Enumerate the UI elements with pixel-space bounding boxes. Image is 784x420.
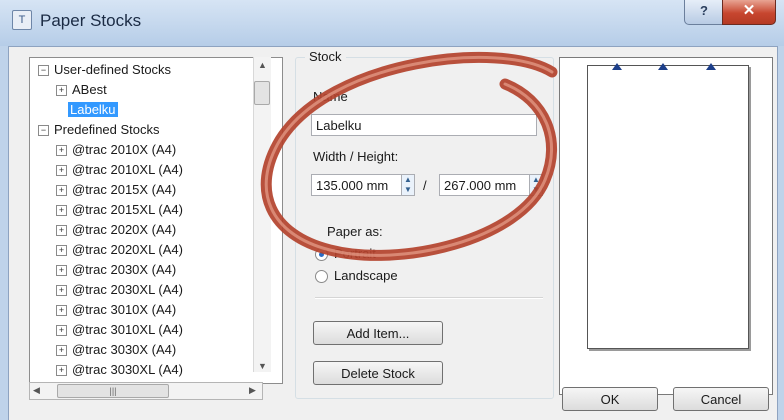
tree-node-label: User-defined Stocks bbox=[54, 62, 172, 77]
close-button[interactable]: ✕ bbox=[722, 0, 776, 25]
tree-node-label: Predefined Stocks bbox=[54, 122, 160, 137]
tree-vertical-thumb[interactable] bbox=[254, 81, 270, 105]
app-icon: T bbox=[12, 10, 32, 30]
tree-node-predef[interactable]: + @trac 2030X (A4) bbox=[56, 260, 176, 280]
tree-node-predef[interactable]: + @trac 3010X (A4) bbox=[56, 300, 176, 320]
tree-node-label: @trac 2010XL (A4) bbox=[72, 162, 183, 177]
tree-node-label: @trac 2030X (A4) bbox=[72, 262, 177, 277]
scroll-right-icon[interactable]: ▶ bbox=[249, 385, 256, 396]
height-spinner[interactable]: ▲ ▼ bbox=[529, 174, 543, 196]
tree-horizontal-thumb[interactable]: ||| bbox=[57, 384, 169, 398]
width-spinner[interactable]: ▲ ▼ bbox=[401, 174, 415, 196]
tree-node-label-selected: Labelku bbox=[68, 102, 118, 117]
tree-node-predef[interactable]: + @trac 3030XL (A4) bbox=[56, 360, 183, 380]
tree-node-label: @trac 2010X (A4) bbox=[72, 142, 177, 157]
tree-node-predef[interactable]: + @trac 2030XL (A4) bbox=[56, 280, 183, 300]
separator-line bbox=[315, 297, 543, 299]
landscape-radio[interactable]: Landscape bbox=[315, 268, 398, 284]
expand-icon[interactable]: + bbox=[56, 325, 67, 337]
paper-stocks-window: T Paper Stocks ? ✕ − User-defined Stocks … bbox=[0, 0, 784, 420]
expand-icon[interactable]: + bbox=[56, 265, 67, 277]
portrait-label: Portrait bbox=[334, 246, 376, 261]
expand-icon[interactable]: + bbox=[56, 345, 67, 357]
collapse-icon[interactable]: − bbox=[38, 125, 49, 137]
orientation-label: Paper as: bbox=[327, 224, 383, 239]
size-separator: / bbox=[423, 178, 427, 193]
portrait-radio[interactable]: Portrait bbox=[315, 246, 376, 262]
delete-stock-button[interactable]: Delete Stock bbox=[313, 361, 443, 385]
stock-group-label: Stock bbox=[305, 49, 346, 64]
tree-node-predefined[interactable]: − Predefined Stocks bbox=[38, 120, 160, 140]
expand-icon[interactable]: + bbox=[56, 285, 67, 297]
expand-icon[interactable]: + bbox=[56, 185, 67, 197]
tree-node-user-defined[interactable]: − User-defined Stocks bbox=[38, 60, 171, 80]
tree-node-labelku[interactable]: Labelku bbox=[68, 100, 118, 120]
scroll-down-icon[interactable]: ▼ bbox=[258, 361, 267, 371]
label-marker-icon bbox=[612, 63, 622, 70]
tree-node-label: @trac 3030XL (A4) bbox=[72, 362, 183, 377]
tree-node-label: @trac 2015XL (A4) bbox=[72, 202, 183, 217]
tree-node-predef[interactable]: + @trac 2015XL (A4) bbox=[56, 200, 183, 220]
add-item-button[interactable]: Add Item... bbox=[313, 321, 443, 345]
expand-icon[interactable]: + bbox=[56, 145, 67, 157]
scroll-up-icon[interactable]: ▲ bbox=[258, 60, 267, 70]
help-button[interactable]: ? bbox=[684, 0, 724, 25]
tree-node-predef[interactable]: + @trac 2010X (A4) bbox=[56, 140, 176, 160]
tree-node-predef[interactable]: + @trac 2020XL (A4) bbox=[56, 240, 183, 260]
expand-icon[interactable]: + bbox=[56, 85, 67, 97]
dialog-client: − User-defined Stocks + ABest Labelku − Pre… bbox=[8, 46, 778, 420]
tree-node-predef[interactable]: + @trac 2010XL (A4) bbox=[56, 160, 183, 180]
expand-icon[interactable]: + bbox=[56, 205, 67, 217]
label-marker-icon bbox=[706, 63, 716, 70]
tree-node-predef[interactable]: + @trac 2020X (A4) bbox=[56, 220, 176, 240]
expand-icon[interactable]: + bbox=[56, 365, 67, 377]
tree-node-label: @trac 3010X (A4) bbox=[72, 302, 177, 317]
name-label: Name bbox=[313, 89, 348, 104]
height-field[interactable]: 267.000 mm bbox=[439, 174, 531, 196]
preview-page bbox=[587, 65, 749, 349]
expand-icon[interactable]: + bbox=[56, 165, 67, 177]
ok-button[interactable]: OK bbox=[562, 387, 658, 411]
tree-node-label: @trac 2015X (A4) bbox=[72, 182, 177, 197]
tree-node-label: @trac 2020XL (A4) bbox=[72, 242, 183, 257]
width-field[interactable]: 135.000 mm bbox=[311, 174, 403, 196]
radio-off-icon[interactable] bbox=[315, 270, 328, 284]
label-marker-icon bbox=[658, 63, 668, 70]
cancel-button[interactable]: Cancel bbox=[673, 387, 769, 411]
width-height-label: Width / Height: bbox=[313, 149, 399, 164]
tree-node-label: @trac 3010XL (A4) bbox=[72, 322, 183, 337]
tree-node-label: @trac 2020X (A4) bbox=[72, 222, 177, 237]
radio-on-icon[interactable] bbox=[315, 248, 328, 262]
expand-icon[interactable]: + bbox=[56, 305, 67, 317]
expand-icon[interactable]: + bbox=[56, 245, 67, 257]
window-title: Paper Stocks bbox=[40, 11, 142, 30]
tree-node-predef[interactable]: + @trac 3010XL (A4) bbox=[56, 320, 183, 340]
tree-node-abest[interactable]: + ABest bbox=[56, 80, 107, 100]
tree-node-predef[interactable]: + @trac 3030X (A4) bbox=[56, 340, 176, 360]
collapse-icon[interactable]: − bbox=[38, 65, 49, 77]
landscape-label: Landscape bbox=[334, 268, 398, 283]
stock-tree[interactable]: − User-defined Stocks + ABest Labelku − Pre… bbox=[29, 57, 283, 384]
title-bar[interactable]: T Paper Stocks ? ✕ bbox=[0, 0, 784, 46]
scroll-left-icon[interactable]: ◀ bbox=[33, 385, 40, 396]
tree-node-label: @trac 2030XL (A4) bbox=[72, 282, 183, 297]
tree-node-label: ABest bbox=[72, 82, 107, 97]
stock-name-field[interactable]: Labelku bbox=[311, 114, 537, 136]
tree-node-predef[interactable]: + @trac 2015X (A4) bbox=[56, 180, 176, 200]
expand-icon[interactable]: + bbox=[56, 225, 67, 237]
tree-node-label: @trac 3030X (A4) bbox=[72, 342, 177, 357]
